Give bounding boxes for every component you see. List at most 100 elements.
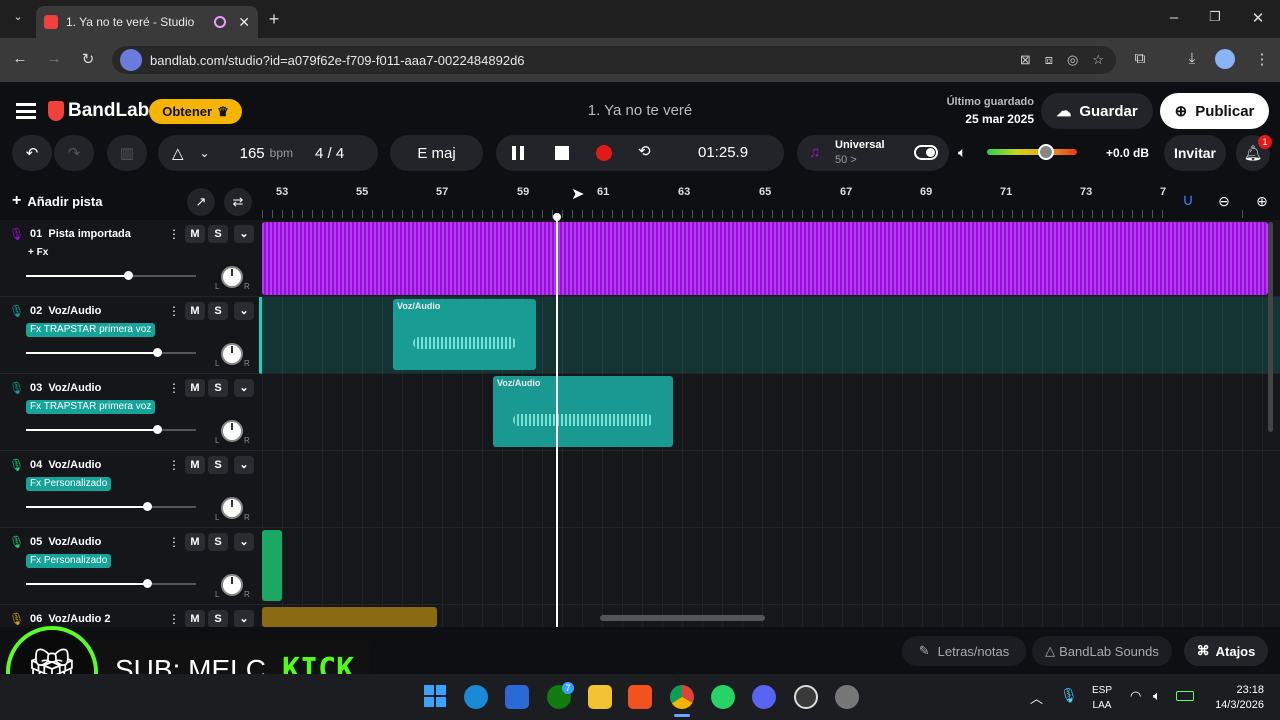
folder-icon[interactable]: [588, 685, 612, 709]
close-window-icon[interactable]: ✕: [1246, 9, 1270, 27]
loop-icon[interactable]: ⟲: [638, 142, 651, 160]
tab-search-icon[interactable]: ⌄: [6, 10, 30, 23]
discord-icon[interactable]: [752, 685, 776, 709]
clock[interactable]: 23:18 14/3/2026: [1200, 683, 1264, 713]
pause-icon[interactable]: [512, 146, 524, 160]
address-bar[interactable]: bandlab.com/studio?id=a079f62e-f709-f011…: [112, 46, 1116, 74]
project-title[interactable]: 1. Ya no te veré: [520, 102, 760, 119]
whatsapp-icon[interactable]: [711, 685, 735, 709]
atajos-label: Atajos: [1215, 643, 1256, 659]
edge-icon[interactable]: [464, 685, 488, 709]
battery-icon[interactable]: [1176, 691, 1194, 701]
obtener-label: Obtener: [162, 104, 213, 119]
command-icon: ⌘: [1196, 643, 1210, 658]
publish-label: Publicar: [1195, 102, 1255, 120]
wifi-icon[interactable]: ◠: [1130, 688, 1141, 704]
transport-controls: ⟲ 01:25.9: [496, 135, 784, 171]
new-tab-icon[interactable]: +: [262, 9, 286, 30]
voice-clip[interactable]: Voz/Audio: [393, 299, 536, 370]
bandlab-favicon-icon: [44, 15, 58, 29]
horizontal-scrollbar[interactable]: [600, 615, 765, 621]
extensions-icon[interactable]: ⧉: [1128, 50, 1152, 67]
mic-icon[interactable]: 🎙︎: [1060, 687, 1078, 704]
undo-button[interactable]: ↶: [12, 135, 52, 171]
site-info-icon[interactable]: [120, 49, 142, 71]
invite-button[interactable]: Invitar: [1164, 135, 1226, 171]
track-lane[interactable]: [262, 374, 1280, 451]
zoom-in-icon[interactable]: ⊕: [1244, 182, 1280, 220]
keyboard-button[interactable]: ▥: [107, 135, 147, 171]
gold-clip[interactable]: [262, 607, 437, 627]
speaker-icon[interactable]: 🔈︎: [958, 144, 966, 161]
browser-tab-bar: ⌄ 1. Ya no te veré - Studio ✕ + – ❐ ✕: [0, 0, 1280, 38]
bandlab-logo[interactable]: BandLab: [48, 100, 149, 122]
magnet-snap-icon[interactable]: ∪: [1170, 182, 1206, 220]
voice-clip[interactable]: Voz/Audio: [493, 376, 673, 447]
forward-icon[interactable]: →: [42, 50, 66, 67]
save-button[interactable]: ☁ Guardar: [1041, 93, 1153, 129]
redo-button[interactable]: ↷: [54, 135, 94, 171]
sounds-label: BandLab Sounds: [1059, 643, 1159, 659]
vertical-scrollbar[interactable]: [1268, 222, 1273, 432]
hamburger-menu-icon[interactable]: [16, 103, 36, 119]
universal-value[interactable]: 50 >: [835, 154, 857, 166]
bookmark-star-icon[interactable]: ☆: [1092, 52, 1104, 68]
tempo-group: △ ⌄ 165 bpm 4 / 4: [158, 135, 378, 171]
tab-title: 1. Ya no te veré - Studio: [66, 15, 195, 29]
store-icon[interactable]: [505, 685, 529, 709]
universal-toggle[interactable]: [914, 145, 938, 160]
start-icon[interactable]: [424, 685, 446, 707]
install-icon[interactable]: ⧈: [1045, 52, 1053, 68]
imported-track-clip[interactable]: [262, 222, 1268, 295]
browser-tab[interactable]: 1. Ya no te veré - Studio ✕: [36, 6, 258, 38]
bpm-value[interactable]: 165: [240, 145, 265, 162]
record-icon[interactable]: [596, 145, 612, 161]
download-icon[interactable]: ⤓: [1180, 50, 1204, 67]
brave-icon[interactable]: [628, 685, 652, 709]
bpm-unit: bpm: [269, 146, 293, 160]
chrome-icon[interactable]: [670, 685, 694, 709]
reload-icon[interactable]: ↻: [76, 50, 100, 68]
voice-clip-small[interactable]: [262, 530, 282, 601]
letras-notas-button[interactable]: ✎ Letras/notas: [902, 636, 1026, 666]
letras-label: Letras/notas: [937, 643, 1010, 659]
track-lane[interactable]: [262, 528, 1280, 605]
atajos-button[interactable]: ⌘ Atajos: [1184, 636, 1268, 666]
volume-knob[interactable]: [1038, 144, 1054, 160]
automation-button[interactable]: ↗: [187, 188, 215, 216]
chevron-down-icon[interactable]: ⌄: [200, 146, 210, 160]
tray-chevron-icon[interactable]: ︿: [1030, 688, 1043, 707]
playhead-marker[interactable]: [553, 213, 561, 221]
publish-button[interactable]: ⊕ Publicar: [1160, 93, 1269, 129]
master-volume-slider[interactable]: [987, 144, 1077, 160]
add-track-button[interactable]: + Añadir pista: [12, 192, 102, 210]
track-lane[interactable]: [262, 451, 1280, 528]
metronome-icon[interactable]: △: [172, 144, 184, 162]
settings-button[interactable]: ⇄: [224, 188, 252, 216]
bandlab-logo-icon: [48, 101, 64, 121]
back-icon[interactable]: ←: [8, 50, 32, 67]
time-signature[interactable]: 4 / 4: [315, 145, 344, 162]
translate-icon[interactable]: ⊠: [1020, 52, 1031, 68]
url-text: bandlab.com/studio?id=a079f62e-f709-f011…: [150, 52, 525, 68]
arrangement-area[interactable]: Voz/Audio Voz/Audio: [0, 220, 1280, 627]
zoom-out-icon[interactable]: ⊖: [1206, 182, 1242, 220]
lang-indicator[interactable]: ESP LAA: [1092, 683, 1112, 713]
close-tab-icon[interactable]: ✕: [238, 14, 250, 31]
obtener-button[interactable]: Obtener ♛: [149, 99, 242, 124]
playhead[interactable]: [556, 216, 558, 627]
menu-dots-icon[interactable]: ⋮: [1250, 50, 1274, 68]
settings-gear-icon[interactable]: [835, 685, 859, 709]
maximize-icon[interactable]: ❐: [1203, 9, 1227, 25]
volume-tray-icon[interactable]: 🔈︎: [1153, 688, 1161, 704]
obs-icon[interactable]: [794, 685, 818, 709]
timeline-ruler[interactable]: 53 55 57 59 61 63 65 67 69 71 73 7 ∪ ⊖ ⊕: [262, 182, 1280, 220]
stop-icon[interactable]: [555, 146, 569, 160]
ruler-bar-label: 67: [840, 186, 853, 198]
eye-off-icon[interactable]: ◎: [1067, 52, 1078, 68]
key-selector[interactable]: E maj: [390, 135, 483, 171]
profile-avatar[interactable]: [1215, 49, 1235, 69]
minimize-icon[interactable]: –: [1162, 9, 1186, 26]
bandlab-sounds-button[interactable]: △ BandLab Sounds: [1032, 636, 1172, 666]
universal-label[interactable]: Universal: [835, 139, 885, 151]
